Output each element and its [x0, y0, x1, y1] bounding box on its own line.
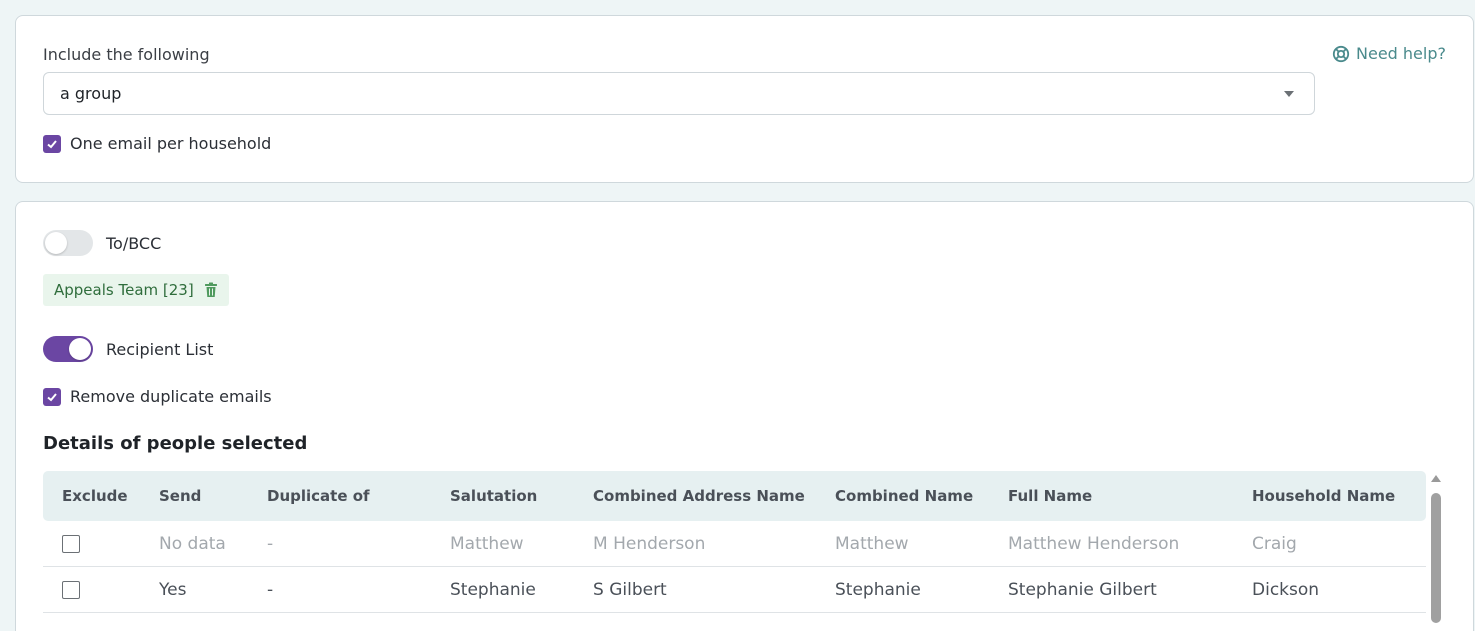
recipients-card: To/BCC Appeals Team [23] Recipient List … — [15, 201, 1474, 631]
table-scrollbar[interactable] — [1429, 471, 1443, 623]
cell-combined-address-name: S Gilbert — [593, 579, 667, 600]
column-header-combined-name[interactable]: Combined Name — [835, 487, 973, 505]
recipient-list-toggle[interactable] — [43, 336, 93, 362]
people-table: Exclude Send Duplicate of Salutation Com… — [43, 471, 1426, 613]
checkmark-icon — [47, 139, 57, 148]
column-header-duplicate-of[interactable]: Duplicate of — [267, 487, 370, 505]
lifebuoy-icon — [1332, 45, 1350, 62]
cell-send: Yes — [159, 579, 187, 600]
column-header-full-name[interactable]: Full Name — [1008, 487, 1092, 505]
one-email-per-household-label: One email per household — [70, 134, 272, 153]
cell-duplicate-of: - — [267, 579, 274, 600]
include-select-value: a group — [60, 84, 122, 103]
table-header: Exclude Send Duplicate of Salutation Com… — [43, 471, 1426, 521]
cell-household-name: Dickson — [1252, 579, 1320, 600]
table-row: No data - Matthew M Henderson Matthew Ma… — [43, 521, 1426, 567]
recipient-list-label: Recipient List — [106, 339, 214, 359]
cell-household-name: Craig — [1252, 533, 1297, 554]
table-row: Yes - Stephanie S Gilbert Stephanie Step… — [43, 567, 1426, 613]
need-help-link[interactable]: Need help? — [1332, 44, 1446, 63]
cell-full-name: Matthew Henderson — [1008, 533, 1180, 554]
exclude-checkbox[interactable] — [62, 580, 80, 599]
cell-duplicate-of: - — [267, 533, 274, 554]
details-title: Details of people selected — [43, 433, 308, 454]
cell-combined-address-name: M Henderson — [593, 533, 706, 554]
cell-combined-name: Matthew — [835, 533, 909, 554]
trash-icon[interactable] — [204, 282, 218, 298]
exclude-checkbox[interactable] — [62, 534, 80, 553]
group-chip: Appeals Team [23] — [43, 274, 229, 306]
remove-duplicates-label: Remove duplicate emails — [70, 387, 272, 406]
remove-duplicates-checkbox[interactable] — [43, 387, 61, 406]
include-filter-card: Include the following Need help? a group… — [15, 15, 1474, 183]
column-header-salutation[interactable]: Salutation — [450, 487, 537, 505]
cell-combined-name: Stephanie — [835, 579, 921, 600]
cell-salutation: Matthew — [450, 533, 524, 554]
toggle-knob — [45, 232, 67, 254]
column-header-combined-address-name[interactable]: Combined Address Name — [593, 487, 805, 505]
toggle-knob — [69, 338, 91, 360]
column-header-send[interactable]: Send — [159, 487, 201, 505]
column-header-exclude[interactable]: Exclude — [62, 487, 128, 505]
one-email-per-household-checkbox[interactable] — [43, 134, 61, 153]
cell-salutation: Stephanie — [450, 579, 536, 600]
include-select[interactable]: a group — [43, 72, 1315, 115]
one-email-per-household-row: One email per household — [43, 134, 271, 153]
column-header-household-name[interactable]: Household Name — [1252, 487, 1395, 505]
to-bcc-toggle[interactable] — [43, 230, 93, 256]
group-chip-label: Appeals Team [23] — [54, 281, 194, 299]
cell-send: No data — [159, 533, 226, 554]
cell-full-name: Stephanie Gilbert — [1008, 579, 1157, 600]
scroll-up-arrow-icon[interactable] — [1431, 475, 1441, 482]
chevron-down-icon — [1284, 91, 1294, 97]
remove-duplicates-row: Remove duplicate emails — [43, 387, 272, 406]
need-help-label: Need help? — [1356, 44, 1446, 63]
scroll-thumb[interactable] — [1431, 493, 1441, 623]
include-label: Include the following — [43, 45, 210, 64]
recipient-list-row: Recipient List — [43, 336, 213, 362]
to-bcc-label: To/BCC — [106, 233, 162, 253]
checkmark-icon — [47, 392, 57, 401]
to-bcc-row: To/BCC — [43, 230, 161, 256]
